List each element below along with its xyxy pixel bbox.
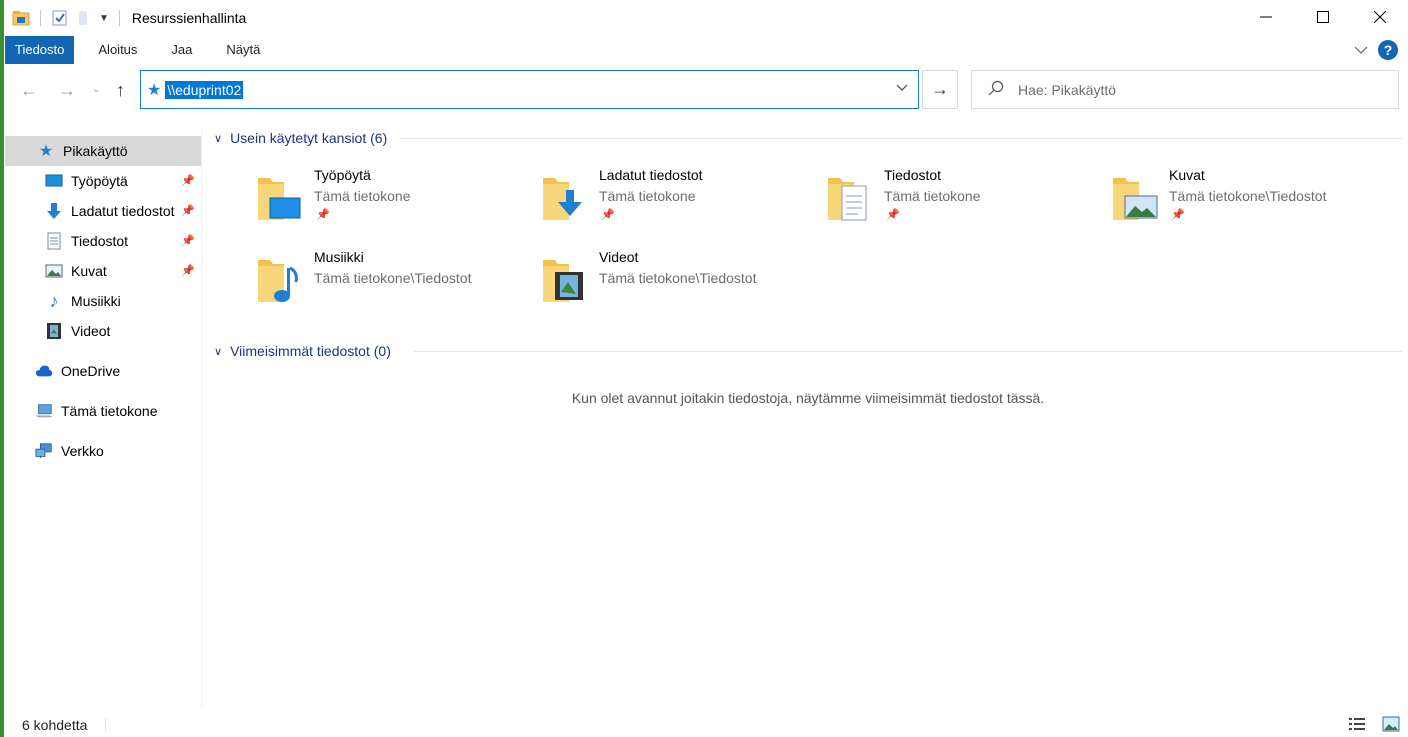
address-path[interactable]: \\eduprint02: [165, 80, 244, 99]
document-icon: [45, 232, 63, 250]
maximize-icon: [1316, 11, 1329, 23]
up-arrow-icon[interactable]: ↑: [116, 80, 125, 101]
folder-tile-pictures[interactable]: Kuvat Tämä tietokone\Tiedostot 📌: [1065, 164, 1335, 226]
group-divider: [414, 351, 1402, 352]
maximize-button[interactable]: [1294, 0, 1351, 34]
help-icon[interactable]: ?: [1378, 40, 1398, 60]
cloud-icon: [35, 362, 53, 380]
sidebar-item-desktop[interactable]: Työpöytä 📌: [5, 166, 201, 196]
folder-tile-documents[interactable]: Tiedostot Tämä tietokone 📌: [780, 164, 1050, 226]
tab-home[interactable]: Aloitus: [88, 36, 147, 64]
large-icons-view-icon[interactable]: [1382, 716, 1400, 735]
desktop-folder-icon: [254, 172, 304, 222]
sidebar-item-onedrive[interactable]: OneDrive: [5, 356, 201, 386]
pin-icon: 📌: [316, 209, 330, 221]
folder-tile-desktop[interactable]: Työpöytä Tämä tietokone 📌: [210, 164, 480, 226]
pin-icon[interactable]: 📌: [181, 234, 195, 247]
close-button[interactable]: [1351, 0, 1408, 34]
pin-icon[interactable]: 📌: [181, 264, 195, 277]
sidebar-item-music[interactable]: ♪ Musiikki: [5, 286, 201, 316]
minimize-button[interactable]: [1237, 0, 1294, 34]
sidebar-item-videos[interactable]: Videot: [5, 316, 201, 346]
ribbon-right: ?: [1354, 40, 1398, 60]
search-placeholder: Hae: Pikakäyttö: [1018, 81, 1117, 98]
go-arrow-icon: →: [931, 79, 949, 99]
pictures-icon: [45, 262, 63, 280]
properties-icon[interactable]: [51, 9, 69, 27]
computer-icon: [35, 402, 53, 420]
pin-icon: 📌: [601, 209, 615, 221]
pin-icon: 📌: [886, 209, 900, 221]
recent-locations-chevron-icon[interactable]: ⌄: [92, 84, 100, 95]
search-icon: [988, 80, 1004, 99]
network-icon: [35, 442, 53, 460]
recent-files-header[interactable]: ∨ Viimeisimmät tiedostot (0): [214, 343, 391, 359]
folder-tile-downloads[interactable]: Ladatut tiedostot Tämä tietokone 📌: [495, 164, 765, 226]
status-divider: [105, 717, 107, 732]
tab-share[interactable]: Jaa: [161, 36, 202, 64]
customize-toolbar-icon[interactable]: ▼: [99, 13, 109, 24]
collapse-chevron-icon[interactable]: ∨: [214, 345, 222, 358]
sidebar-item-documents[interactable]: Tiedostot 📌: [5, 226, 201, 256]
quick-access-toolbar: ▼: [4, 9, 124, 27]
sidebar-item-this-pc[interactable]: Tämä tietokone: [5, 396, 201, 426]
folder-tile-videos[interactable]: Videot Tämä tietokone\Tiedostot: [495, 246, 765, 308]
forward-arrow-icon[interactable]: →: [58, 80, 76, 101]
back-arrow-icon[interactable]: ←: [20, 80, 38, 101]
pin-icon[interactable]: 📌: [181, 204, 195, 217]
window-title: Resurssienhallinta: [131, 10, 247, 26]
pin-icon: 📌: [1171, 209, 1185, 221]
navigation-pane: ★ Pikakäyttö Työpöytä 📌 Ladatut tiedosto…: [4, 128, 202, 708]
content-pane: ∨ Usein käytetyt kansiot (6) Työpöytä Tä…: [210, 124, 1406, 714]
toolbar-divider: [118, 10, 120, 26]
go-button[interactable]: →: [922, 70, 958, 109]
video-icon: [45, 322, 63, 340]
sidebar-item-network[interactable]: Verkko: [5, 436, 201, 466]
group-divider: [400, 138, 1402, 139]
expand-ribbon-icon[interactable]: [1354, 42, 1368, 58]
pin-icon[interactable]: 📌: [181, 174, 195, 187]
tab-file[interactable]: Tiedosto: [5, 36, 75, 64]
folder-tile-music[interactable]: Musiikki Tämä tietokone\Tiedostot: [210, 246, 480, 308]
status-bar: 6 kohdetta: [4, 712, 1408, 737]
sidebar-item-quick-access[interactable]: ★ Pikakäyttö: [5, 136, 201, 166]
sidebar-item-downloads[interactable]: Ladatut tiedostot 📌: [5, 196, 201, 226]
downloads-folder-icon: [539, 172, 589, 222]
address-row: ← → ⌄ ↑ ★ \\eduprint02 → Hae: Pikakäyttö: [4, 64, 1408, 116]
close-icon: [1373, 11, 1386, 23]
recent-empty-message: Kun olet avannut joitakin tiedostoja, nä…: [571, 390, 1045, 406]
sidebar-item-pictures[interactable]: Kuvat 📌: [5, 256, 201, 286]
details-view-icon[interactable]: [1348, 716, 1366, 735]
search-box[interactable]: Hae: Pikakäyttö: [971, 70, 1399, 109]
item-count: 6 kohdetta: [22, 716, 88, 733]
star-icon: ★: [147, 81, 162, 99]
address-bar[interactable]: ★ \\eduprint02: [140, 70, 919, 109]
music-folder-icon: [254, 254, 304, 304]
toolbar-divider: [40, 10, 41, 26]
address-dropdown-icon[interactable]: [896, 81, 908, 95]
star-icon: ★: [38, 143, 54, 160]
desktop-icon: [45, 172, 63, 190]
collapse-chevron-icon[interactable]: ∨: [214, 132, 222, 145]
explorer-icon[interactable]: [12, 9, 30, 27]
new-folder-icon[interactable]: [75, 9, 93, 27]
download-icon: [45, 202, 63, 220]
view-switcher: [1348, 716, 1400, 735]
tab-view[interactable]: Näytä: [216, 36, 270, 64]
documents-folder-icon: [824, 172, 874, 222]
frequent-folders-header[interactable]: ∨ Usein käytetyt kansiot (6): [214, 130, 387, 146]
minimize-icon: [1259, 16, 1272, 18]
title-bar: ▼ Resurssienhallinta: [4, 0, 1408, 36]
ribbon-tabs: Tiedosto Aloitus Jaa Näytä ?: [4, 36, 1408, 64]
music-icon: ♪: [49, 290, 59, 311]
pictures-folder-icon: [1109, 172, 1159, 222]
videos-folder-icon: [539, 254, 589, 304]
window-controls: [1237, 0, 1408, 34]
